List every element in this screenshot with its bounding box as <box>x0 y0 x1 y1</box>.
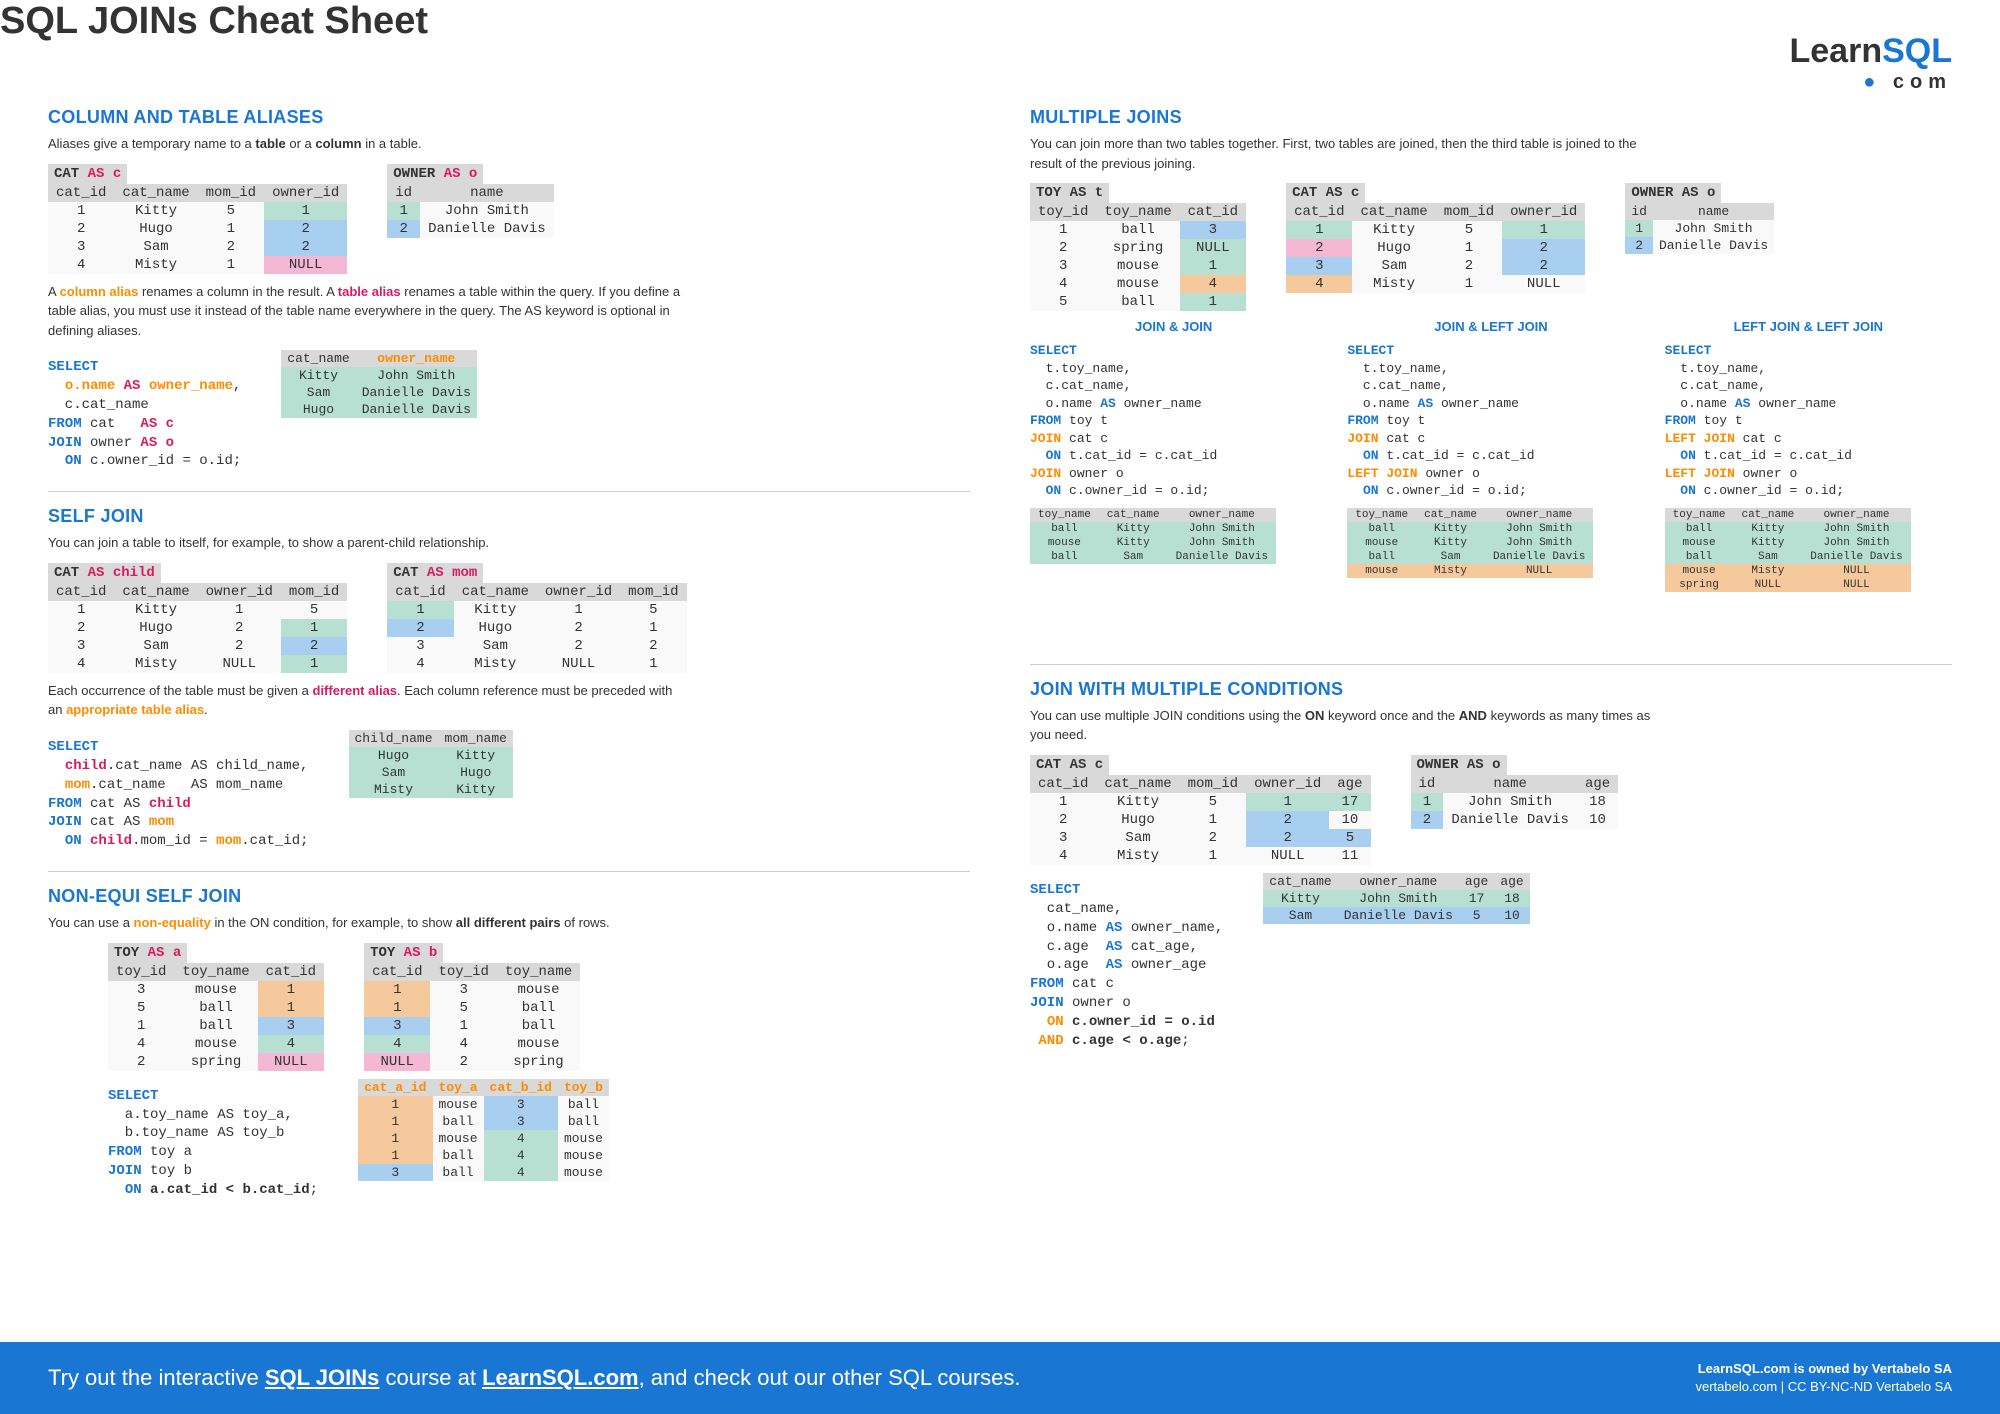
multi-owner-table: idname1John Smith2Danielle Davis <box>1625 203 1774 254</box>
nonequi-code: SELECT a.toy_name AS toy_a, b.toy_name A… <box>108 1087 318 1200</box>
selfjoin-code: SELECT child.cat_name AS child_name, mom… <box>48 738 309 851</box>
footer-link-learnsql[interactable]: LearnSQL.com <box>482 1365 638 1390</box>
nonequi-heading: NON-EQUI SELF JOIN <box>48 886 970 907</box>
page-title: SQL JOINs Cheat Sheet <box>0 0 2000 43</box>
mom-table: cat_idcat_nameowner_idmom_id1Kitty152Hug… <box>387 583 686 673</box>
cat-table: cat_idcat_namemom_idowner_id1Kitty512Hug… <box>48 184 347 274</box>
nonequi-desc: You can use a non-equality in the ON con… <box>48 913 688 933</box>
multiple-desc: You can join more than two tables togeth… <box>1030 134 1670 173</box>
multicond-code: SELECT cat_name, o.name AS owner_name, c… <box>1030 881 1223 1051</box>
left-column: COLUMN AND TABLE ALIASES Aliases give a … <box>48 93 970 1216</box>
child-table: cat_idcat_nameowner_idmom_id1Kitty152Hug… <box>48 583 347 673</box>
logo: LearnSQL ● com <box>1790 32 1953 94</box>
nonequi-result: cat_a_idtoy_acat_b_idtoy_b1mouse3ball1ba… <box>358 1079 609 1181</box>
footer-right: LearnSQL.com is owned by Vertabelo SA ve… <box>1696 1360 1953 1396</box>
selfjoin-desc2: Each occurrence of the table must be giv… <box>48 681 688 720</box>
footer: Try out the interactive SQL JOINs course… <box>0 1342 2000 1414</box>
multi-cat-table: cat_idcat_namemom_idowner_id1Kitty512Hug… <box>1286 203 1585 293</box>
join-variant: LEFT JOIN & LEFT JOINSELECT t.toy_name, … <box>1665 319 1952 592</box>
multi-toy-table: toy_idtoy_namecat_id1ball32springNULL3mo… <box>1030 203 1246 311</box>
footer-left: Try out the interactive SQL JOINs course… <box>48 1365 1021 1391</box>
aliases-result: cat_nameowner_nameKittyJohn SmithSamDani… <box>281 350 477 418</box>
cat-table-block: CAT AS c cat_idcat_namemom_idowner_id1Ki… <box>48 164 347 274</box>
multicond-desc: You can use multiple JOIN conditions usi… <box>1030 706 1670 745</box>
multicond-result: cat_nameowner_nameageageKittyJohn Smith1… <box>1263 873 1529 924</box>
aliases-desc1: Aliases give a temporary name to a table… <box>48 134 688 154</box>
owner-table: idname1John Smith2Danielle Davis <box>387 184 553 238</box>
multicond-heading: JOIN WITH MULTIPLE CONDITIONS <box>1030 679 1952 700</box>
selfjoin-result: child_namemom_nameHugoKittySamHugoMistyK… <box>349 730 513 798</box>
owner-table-block: OWNER AS o idname1John Smith2Danielle Da… <box>387 164 553 238</box>
join-variant: JOIN & LEFT JOINSELECT t.toy_name, c.cat… <box>1347 319 1634 592</box>
aliases-desc2: A column alias renames a column in the r… <box>48 282 688 341</box>
toy-b-table: cat_idtoy_idtoy_name13mouse15ball31ball4… <box>364 963 580 1071</box>
right-column: MULTIPLE JOINS You can join more than tw… <box>1030 93 1952 1216</box>
join-variant: JOIN & JOINSELECT t.toy_name, c.cat_name… <box>1030 319 1317 592</box>
multicond-cat-table: cat_idcat_namemom_idowner_idage1Kitty511… <box>1030 775 1371 865</box>
selfjoin-desc1: You can join a table to itself, for exam… <box>48 533 688 553</box>
selfjoin-heading: SELF JOIN <box>48 506 970 527</box>
aliases-heading: COLUMN AND TABLE ALIASES <box>48 107 970 128</box>
multiple-heading: MULTIPLE JOINS <box>1030 107 1952 128</box>
toy-a-table: toy_idtoy_namecat_id3mouse15ball11ball34… <box>108 963 324 1071</box>
multicond-owner-table: idnameage1John Smith182Danielle Davis10 <box>1411 775 1619 829</box>
footer-link-joins[interactable]: SQL JOINs <box>265 1365 380 1390</box>
aliases-code: SELECT o.name AS owner_name, c.cat_name … <box>48 358 241 471</box>
